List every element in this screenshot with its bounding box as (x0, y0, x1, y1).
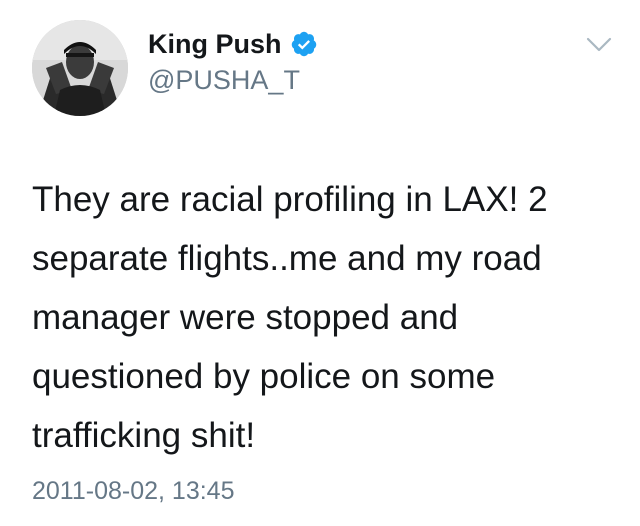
tweet-text-line: They are racial profiling in LAX! 2 (32, 180, 548, 219)
tweet-text-line: separate flights..me and my road (32, 239, 542, 278)
display-name[interactable]: King Push (148, 27, 282, 61)
avatar-image (32, 20, 128, 116)
tweet-text: They are racial profiling in LAX! 2 sepa… (32, 170, 612, 465)
user-handle[interactable]: @PUSHA_T (148, 63, 300, 97)
tweet-text-line: questioned by police on some (32, 357, 496, 396)
tweet-text-line: manager were stopped and (32, 298, 459, 337)
tweet-timestamp[interactable]: 2011-08-02, 13:45 (32, 474, 234, 508)
tweet-text-line: trafficking shit! (32, 416, 256, 455)
verified-badge-icon (291, 31, 317, 57)
user-avatar[interactable] (32, 20, 128, 116)
chevron-down-icon[interactable] (586, 36, 612, 54)
tweet-card: King Push @PUSHA_T They are racial profi… (0, 0, 640, 526)
